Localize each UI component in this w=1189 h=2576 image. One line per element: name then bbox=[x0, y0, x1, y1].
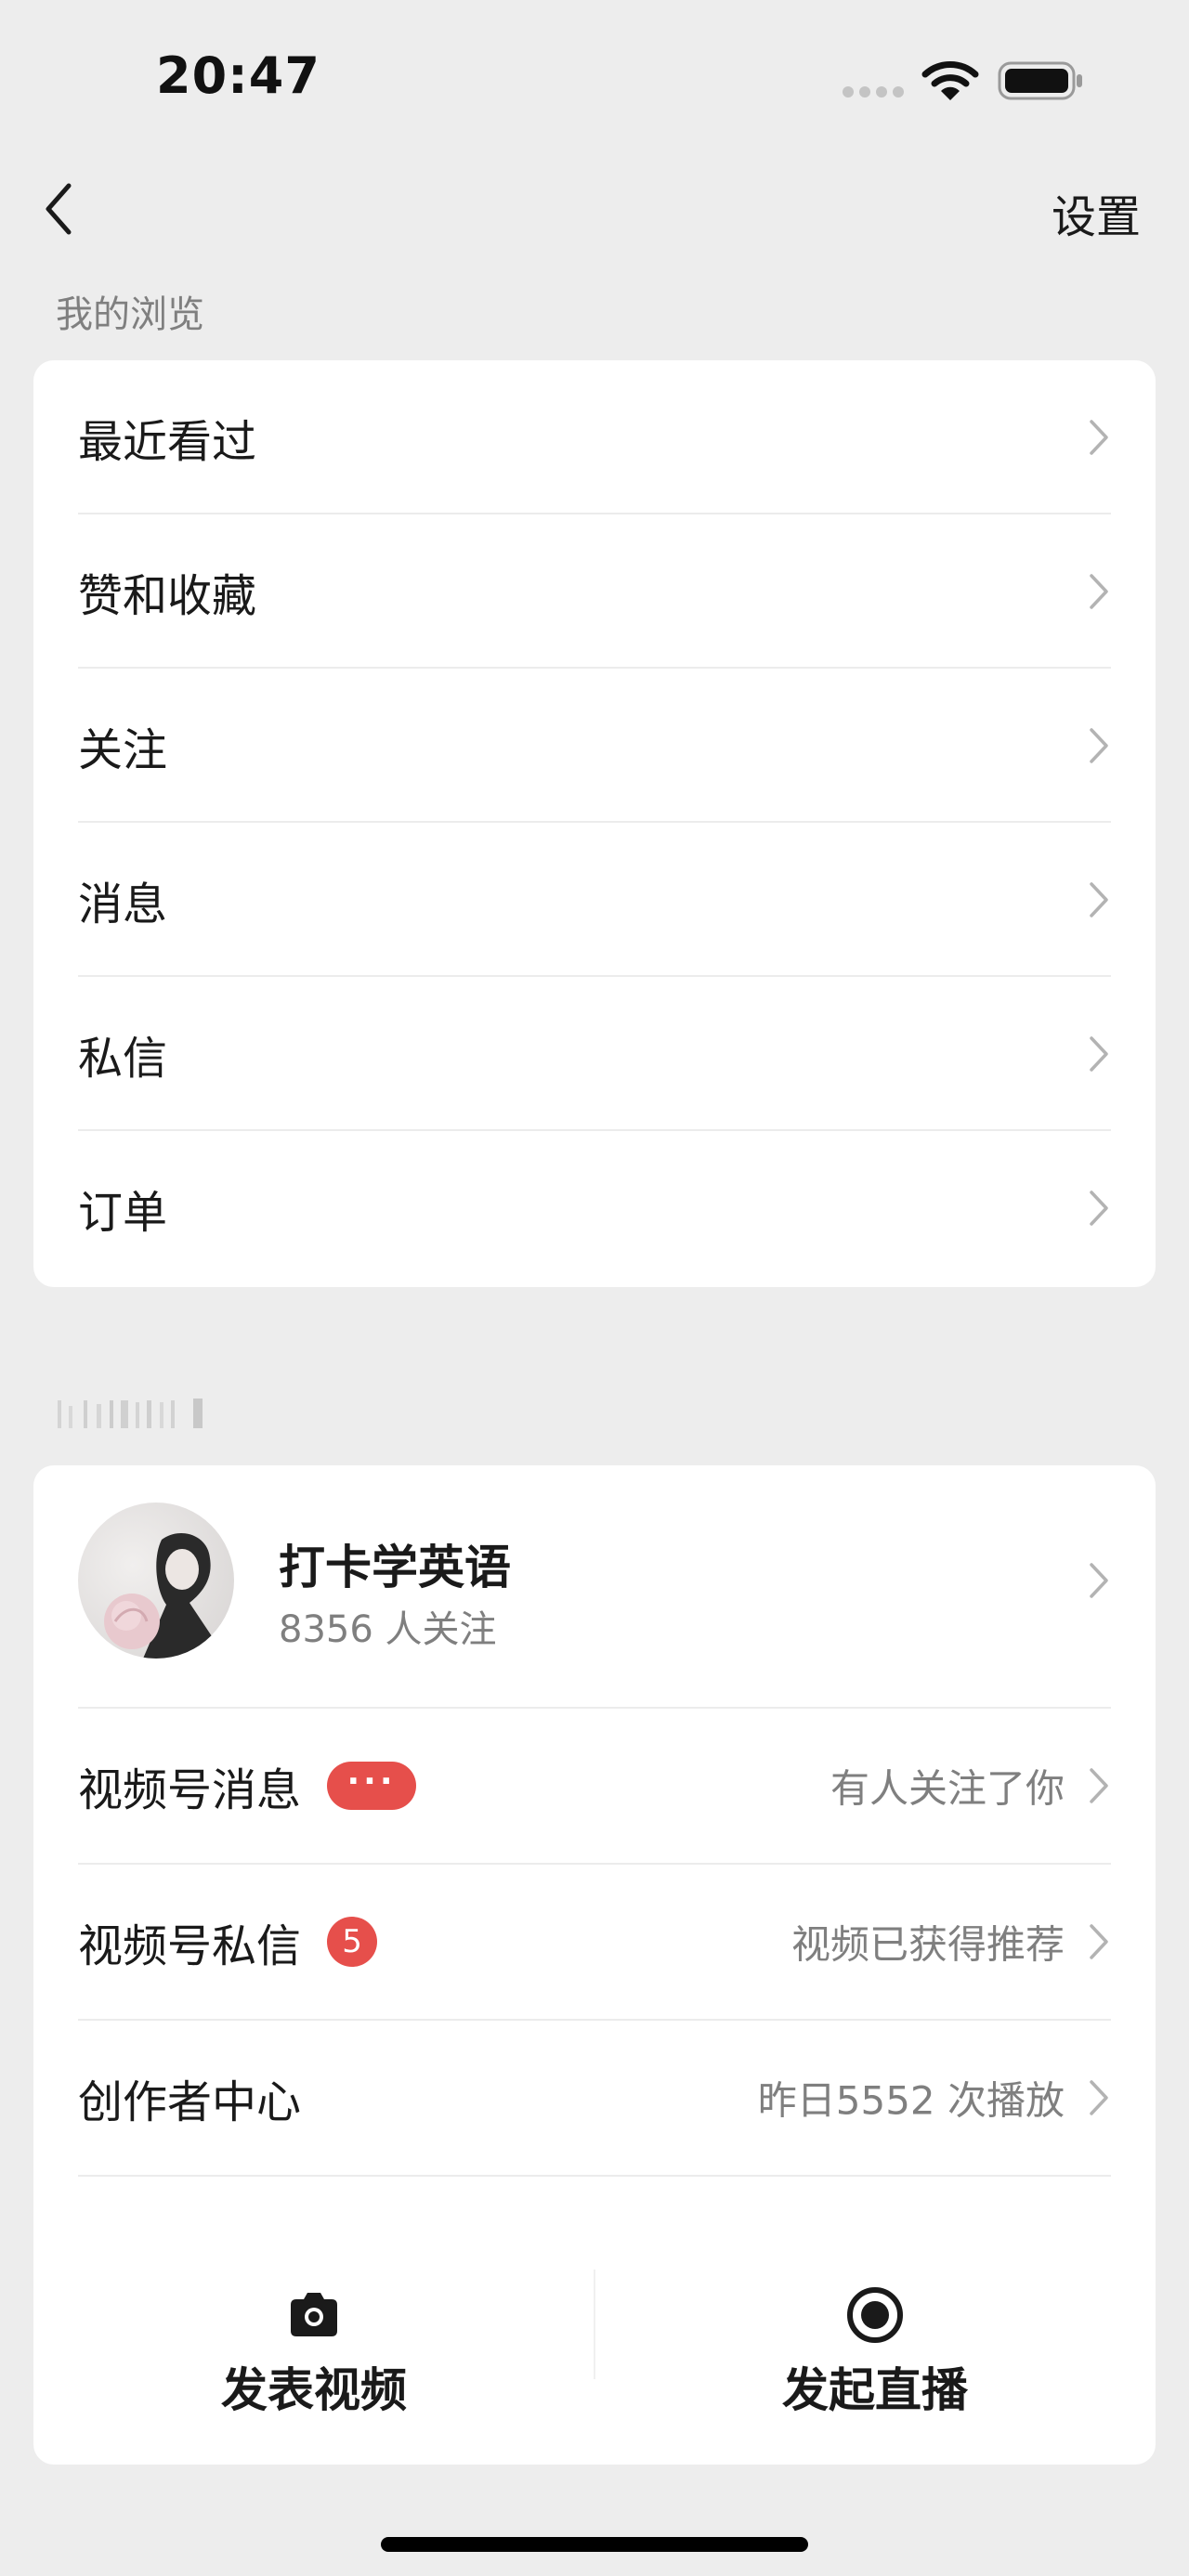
wifi-icon bbox=[921, 61, 979, 100]
chevron-right-icon bbox=[1090, 1768, 1108, 1803]
unread-dots-badge: ··· bbox=[327, 1762, 417, 1810]
menu-item-label: 关注 bbox=[78, 724, 168, 776]
row-label: 创作者中心 bbox=[78, 2076, 302, 2128]
chevron-right-icon bbox=[1090, 882, 1108, 917]
channel-avatar bbox=[78, 1503, 234, 1659]
chevron-right-icon bbox=[1090, 574, 1108, 609]
channel-follower-count: 8356 人关注 bbox=[279, 1608, 497, 1651]
channel-profile-row[interactable]: 打卡学英语 8356 人关注 bbox=[78, 1503, 1144, 1660]
chevron-right-icon bbox=[1090, 2080, 1108, 2115]
channel-card: 打卡学英语 8356 人关注 视频号消息 ··· 有人关注了你 视频号私信 5 … bbox=[33, 1465, 1156, 2465]
start-live-button[interactable]: 发起直播 bbox=[594, 2238, 1156, 2424]
chevron-right-icon bbox=[1090, 420, 1108, 455]
chevron-right-icon bbox=[1090, 1190, 1108, 1226]
browse-card: 最近看过 赞和收藏 关注 消息 私信 订单 bbox=[33, 360, 1156, 1287]
record-icon bbox=[847, 2287, 903, 2343]
channel-messages-row[interactable]: 视频号消息 ··· 有人关注了你 bbox=[78, 1709, 1144, 1863]
chevron-right-icon bbox=[1090, 1563, 1108, 1598]
camera-icon bbox=[291, 2293, 337, 2336]
settings-button[interactable]: 设置 bbox=[1052, 180, 1141, 245]
row-detail: 视频已获得推荐 bbox=[790, 1921, 1065, 1968]
battery-icon bbox=[998, 61, 1082, 100]
menu-item-private-messages[interactable]: 私信 bbox=[78, 977, 1144, 1131]
chevron-right-icon bbox=[1090, 728, 1108, 763]
cellular-signal-icon bbox=[843, 86, 904, 98]
back-chevron-icon[interactable] bbox=[37, 176, 84, 241]
menu-item-following[interactable]: 关注 bbox=[78, 669, 1144, 823]
row-detail: 昨日5552 次播放 bbox=[757, 2077, 1065, 2124]
unread-count-badge: 5 bbox=[327, 1917, 378, 1967]
redacted-section-title bbox=[58, 1399, 203, 1428]
menu-item-label: 赞和收藏 bbox=[78, 570, 257, 622]
row-label: 视频号私信 bbox=[78, 1920, 302, 1972]
menu-item-label: 订单 bbox=[78, 1187, 168, 1239]
chevron-right-icon bbox=[1090, 1036, 1108, 1072]
section-title-browse: 我的浏览 bbox=[56, 293, 204, 336]
chevron-right-icon bbox=[1090, 1924, 1108, 1959]
status-time: 20:47 bbox=[156, 46, 320, 105]
row-label: 视频号消息 bbox=[78, 1764, 302, 1816]
menu-item-orders[interactable]: 订单 bbox=[78, 1131, 1144, 1285]
row-detail: 有人关注了你 bbox=[830, 1765, 1065, 1812]
menu-item-messages[interactable]: 消息 bbox=[78, 823, 1144, 977]
post-video-button[interactable]: 发表视频 bbox=[33, 2238, 594, 2424]
channel-private-messages-row[interactable]: 视频号私信 5 视频已获得推荐 bbox=[78, 1865, 1144, 2019]
creator-center-row[interactable]: 创作者中心 昨日5552 次播放 bbox=[78, 2021, 1144, 2175]
menu-item-likes-favorites[interactable]: 赞和收藏 bbox=[78, 514, 1144, 669]
menu-item-recently-viewed[interactable]: 最近看过 bbox=[78, 360, 1144, 514]
menu-item-label: 最近看过 bbox=[78, 416, 257, 468]
status-bar: 20:47 bbox=[0, 0, 1189, 158]
action-label: 发起直播 bbox=[782, 2363, 968, 2417]
menu-item-label: 私信 bbox=[78, 1033, 168, 1085]
menu-item-label: 消息 bbox=[78, 878, 168, 930]
home-indicator[interactable] bbox=[381, 2537, 808, 2552]
channel-name: 打卡学英语 bbox=[279, 1541, 511, 1594]
divider bbox=[78, 2175, 1111, 2177]
action-label: 发表视频 bbox=[221, 2363, 407, 2417]
